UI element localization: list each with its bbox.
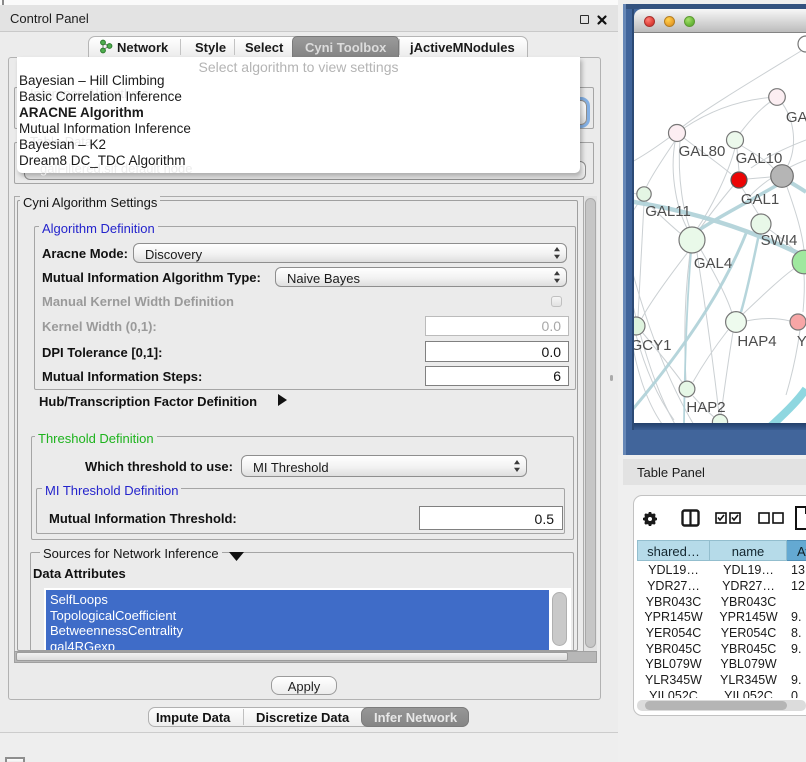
svg-text:SWI4: SWI4 (761, 232, 798, 249)
svg-text:GAL1: GAL1 (741, 191, 779, 208)
svg-text:YEL: YEL (797, 333, 806, 350)
svg-text:GAL80: GAL80 (679, 143, 726, 160)
svg-text:HAP2: HAP2 (686, 399, 725, 416)
svg-text:GAL11: GAL11 (645, 203, 691, 220)
svg-text:GAL10: GAL10 (736, 150, 783, 167)
svg-text:GAL7: GAL7 (786, 109, 806, 126)
svg-text:HAP4: HAP4 (737, 333, 776, 350)
svg-text:GAL4: GAL4 (694, 255, 732, 272)
svg-text:GCY1: GCY1 (634, 337, 671, 354)
